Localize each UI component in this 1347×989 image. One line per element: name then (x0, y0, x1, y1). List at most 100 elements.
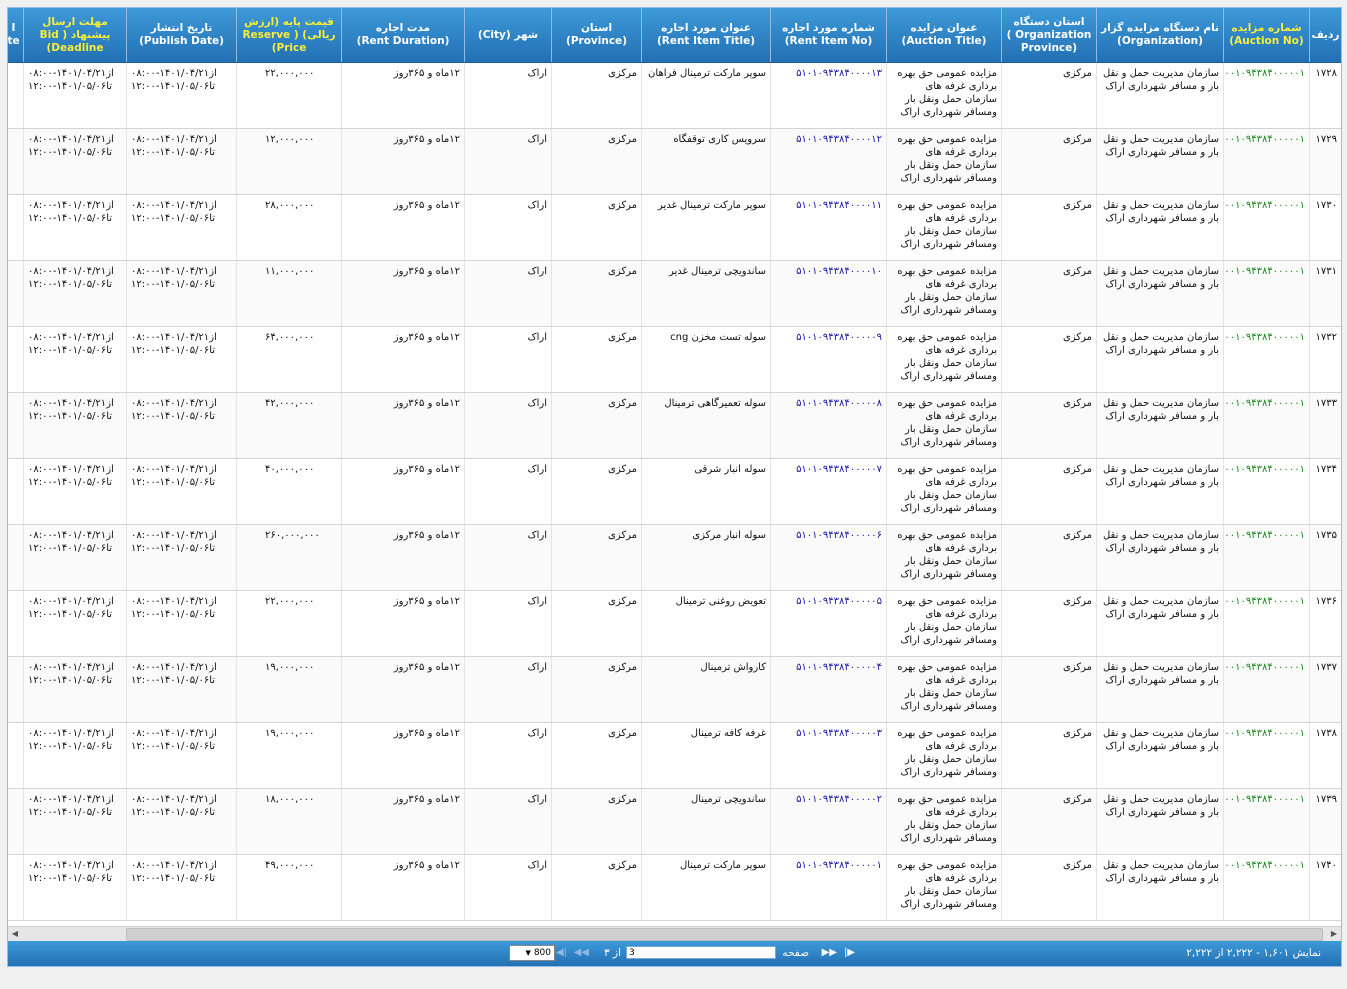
page-number-input[interactable]: 3 (626, 946, 776, 959)
cell-province: مرکزی (551, 459, 641, 524)
cell-rent-duration: ۱۲ماه و ۳۶۵روز (341, 261, 464, 326)
cell-publish-date: از۱۴۰۱/۰۴/۲۱-۰۸:۰۰ تا۱۴۰۱/۰۵/۰۶-۱۲:۰۰ (126, 723, 236, 788)
cell-auction-no: ۵۰۰۱۰۹۴۳۸۴۰۰۰۰۰۱ (1223, 591, 1309, 656)
cell-organization: سازمان مدیریت حمل و نقل بار و مسافر شهرد… (1096, 129, 1223, 194)
column-header-auction-no[interactable]: شماره مزایده (Auction No) (1223, 8, 1309, 62)
cell-extra (8, 459, 23, 524)
cell-organization: سازمان مدیریت حمل و نقل بار و مسافر شهرد… (1096, 459, 1223, 524)
cell-deadline: از۱۴۰۱/۰۴/۲۱-۰۸:۰۰ تا۱۴۰۱/۰۵/۰۶-۱۲:۰۰ (23, 459, 126, 524)
page-size-select[interactable]: 800 ▼ (509, 945, 555, 961)
table-row[interactable]: ۱۷۳۵ ۵۰۰۱۰۹۴۳۸۴۰۰۰۰۰۱ سازمان مدیریت حمل و … (8, 525, 1341, 591)
table-row[interactable]: ۱۷۳۹ ۵۰۰۱۰۹۴۳۸۴۰۰۰۰۰۱ سازمان مدیریت حمل و … (8, 789, 1341, 855)
cell-auction-title: مزایده عمومی حق بهره برداری غرفه های ساز… (886, 129, 1001, 194)
cell-rent-item-no: ۵۱۰۱۰۹۴۳۸۴۰۰۰۰۱۲ (770, 129, 886, 194)
cell-rent-duration: ۱۲ماه و ۳۶۵روز (341, 393, 464, 458)
cell-organization: سازمان مدیریت حمل و نقل بار و مسافر شهرد… (1096, 855, 1223, 920)
table-row[interactable]: ۱۷۳۰ ۵۰۰۱۰۹۴۳۸۴۰۰۰۰۰۱ سازمان مدیریت حمل و … (8, 195, 1341, 261)
cell-deadline: از۱۴۰۱/۰۴/۲۱-۰۸:۰۰ تا۱۴۰۱/۰۵/۰۶-۱۲:۰۰ (23, 393, 126, 458)
cell-organization: سازمان مدیریت حمل و نقل بار و مسافر شهرد… (1096, 525, 1223, 590)
cell-publish-date: از۱۴۰۱/۰۴/۲۱-۰۸:۰۰ تا۱۴۰۱/۰۵/۰۶-۱۲:۰۰ (126, 327, 236, 392)
last-page-icon[interactable]: |◀ (556, 947, 567, 958)
cell-org-province: مرکزی (1001, 327, 1096, 392)
table-row[interactable]: ۱۷۳۲ ۵۰۰۱۰۹۴۳۸۴۰۰۰۰۰۱ سازمان مدیریت حمل و … (8, 327, 1341, 393)
next-page-icon[interactable]: ◀◀ (574, 947, 589, 958)
cell-auction-no: ۵۰۰۱۰۹۴۳۸۴۰۰۰۰۰۱ (1223, 723, 1309, 788)
cell-province: مرکزی (551, 129, 641, 194)
cell-deadline: از۱۴۰۱/۰۴/۲۱-۰۸:۰۰ تا۱۴۰۱/۰۵/۰۶-۱۲:۰۰ (23, 657, 126, 722)
cell-province: مرکزی (551, 261, 641, 326)
cell-publish-date: از۱۴۰۱/۰۴/۲۱-۰۸:۰۰ تا۱۴۰۱/۰۵/۰۶-۱۲:۰۰ (126, 591, 236, 656)
cell-auction-no: ۵۰۰۱۰۹۴۳۸۴۰۰۰۰۰۱ (1223, 63, 1309, 128)
table-row[interactable]: ۱۷۴۰ ۵۰۰۱۰۹۴۳۸۴۰۰۰۰۰۱ سازمان مدیریت حمل و … (8, 855, 1341, 921)
cell-extra (8, 129, 23, 194)
column-header-extra[interactable]: I te (8, 8, 23, 62)
cell-rent-duration: ۱۲ماه و ۳۶۵روز (341, 591, 464, 656)
cell-publish-date: از۱۴۰۱/۰۴/۲۱-۰۸:۰۰ تا۱۴۰۱/۰۵/۰۶-۱۲:۰۰ (126, 459, 236, 524)
cell-rent-duration: ۱۲ماه و ۳۶۵روز (341, 195, 464, 260)
cell-city: اراک (464, 393, 551, 458)
cell-rent-item-no: ۵۱۰۱۰۹۴۳۸۴۰۰۰۰۰۱ (770, 855, 886, 920)
auction-grid: ردیف شماره مزایده (Auction No) نام دستگاه … (7, 7, 1342, 967)
first-page-icon[interactable]: ▶| (844, 947, 855, 958)
cell-extra (8, 261, 23, 326)
cell-auction-no: ۵۰۰۱۰۹۴۳۸۴۰۰۰۰۰۱ (1223, 261, 1309, 326)
cell-org-province: مرکزی (1001, 525, 1096, 590)
horizontal-scrollbar[interactable]: ◀ ▶ (8, 926, 1341, 941)
table-row[interactable]: ۱۷۳۳ ۵۰۰۱۰۹۴۳۸۴۰۰۰۰۰۱ سازمان مدیریت حمل و … (8, 393, 1341, 459)
table-row[interactable]: ۱۷۳۱ ۵۰۰۱۰۹۴۳۸۴۰۰۰۰۰۱ سازمان مدیریت حمل و … (8, 261, 1341, 327)
column-header-auction-title[interactable]: عنوان مزایده (Auction Title) (886, 8, 1001, 62)
table-row[interactable]: ۱۷۲۹ ۵۰۰۱۰۹۴۳۸۴۰۰۰۰۰۱ سازمان مدیریت حمل و … (8, 129, 1341, 195)
cell-province: مرکزی (551, 393, 641, 458)
cell-row: ۱۷۲۹ (1309, 129, 1341, 194)
cell-org-province: مرکزی (1001, 195, 1096, 260)
column-header-org-province[interactable]: استان دستگاه Organization ) (Province (1001, 8, 1096, 62)
column-header-rent-duration[interactable]: مدت اجاره (Rent Duration) (341, 8, 464, 62)
pagination-bar: نمایش ۱,۶۰۱ - ۲,۲۲۲ از ۲,۲۲۲ ▶| ▶▶ صفحه … (8, 941, 1341, 966)
column-header-price[interactable]: قیمت پایه (ارزش ریالی) ( Reserve Price) (236, 8, 341, 62)
table-row[interactable]: ۱۷۳۶ ۵۰۰۱۰۹۴۳۸۴۰۰۰۰۰۱ سازمان مدیریت حمل و … (8, 591, 1341, 657)
column-header-publish-date[interactable]: تاریخ انتشار (Publish Date) (126, 8, 236, 62)
cell-rent-item-no: ۵۱۰۱۰۹۴۳۸۴۰۰۰۰۰۸ (770, 393, 886, 458)
scroll-right-icon[interactable]: ▶ (1327, 927, 1341, 941)
cell-province: مرکزی (551, 789, 641, 854)
column-header-province[interactable]: استان (Province) (551, 8, 641, 62)
cell-price: ۲۸,۰۰۰,۰۰۰ (236, 195, 341, 260)
prev-page-icon[interactable]: ▶▶ (822, 947, 837, 958)
cell-deadline: از۱۴۰۱/۰۴/۲۱-۰۸:۰۰ تا۱۴۰۱/۰۵/۰۶-۱۲:۰۰ (23, 789, 126, 854)
cell-auction-no: ۵۰۰۱۰۹۴۳۸۴۰۰۰۰۰۱ (1223, 327, 1309, 392)
cell-org-province: مرکزی (1001, 789, 1096, 854)
cell-auction-title: مزایده عمومی حق بهره برداری غرفه های ساز… (886, 459, 1001, 524)
cell-city: اراک (464, 63, 551, 128)
cell-auction-title: مزایده عمومی حق بهره برداری غرفه های ساز… (886, 591, 1001, 656)
table-row[interactable]: ۱۷۳۷ ۵۰۰۱۰۹۴۳۸۴۰۰۰۰۰۱ سازمان مدیریت حمل و … (8, 657, 1341, 723)
column-header-organization[interactable]: نام دستگاه مزایده گزار (Organization) (1096, 8, 1223, 62)
table-row[interactable]: ۱۷۳۸ ۵۰۰۱۰۹۴۳۸۴۰۰۰۰۰۱ سازمان مدیریت حمل و … (8, 723, 1341, 789)
cell-rent-duration: ۱۲ماه و ۳۶۵روز (341, 459, 464, 524)
cell-rent-item-no: ۵۱۰۱۰۹۴۳۸۴۰۰۰۰۰۲ (770, 789, 886, 854)
column-header-rent-item-no[interactable]: شماره مورد اجاره (Rent Item No) (770, 8, 886, 62)
column-header-row[interactable]: ردیف (1309, 8, 1341, 62)
scrollbar-thumb[interactable] (126, 928, 1323, 941)
column-header-city[interactable]: شهر (City) (464, 8, 551, 62)
cell-organization: سازمان مدیریت حمل و نقل بار و مسافر شهرد… (1096, 591, 1223, 656)
table-row[interactable]: ۱۷۲۸ ۵۰۰۱۰۹۴۳۸۴۰۰۰۰۰۱ سازمان مدیریت حمل و … (8, 63, 1341, 129)
cell-row: ۱۷۳۲ (1309, 327, 1341, 392)
scroll-left-icon[interactable]: ◀ (8, 927, 22, 941)
column-header-rent-item-title[interactable]: عنوان مورد اجاره (Rent Item Title) (641, 8, 770, 62)
column-header-deadline[interactable]: مهلت ارسال پیشنهاد ( Bid Deadline) (23, 8, 126, 62)
cell-price: ۴۲,۰۰۰,۰۰۰ (236, 393, 341, 458)
cell-auction-title: مزایده عمومی حق بهره برداری غرفه های ساز… (886, 327, 1001, 392)
cell-row: ۱۷۳۷ (1309, 657, 1341, 722)
cell-row: ۱۷۳۸ (1309, 723, 1341, 788)
cell-rent-duration: ۱۲ماه و ۳۶۵روز (341, 855, 464, 920)
cell-extra (8, 855, 23, 920)
grid-header: ردیف شماره مزایده (Auction No) نام دستگاه … (8, 8, 1341, 63)
cell-deadline: از۱۴۰۱/۰۴/۲۱-۰۸:۰۰ تا۱۴۰۱/۰۵/۰۶-۱۲:۰۰ (23, 327, 126, 392)
cell-price: ۴۹,۰۰۰,۰۰۰ (236, 855, 341, 920)
cell-rent-duration: ۱۲ماه و ۳۶۵روز (341, 63, 464, 128)
cell-row: ۱۷۳۱ (1309, 261, 1341, 326)
cell-rent-item-no: ۵۱۰۱۰۹۴۳۸۴۰۰۰۰۱۱ (770, 195, 886, 260)
table-row[interactable]: ۱۷۳۴ ۵۰۰۱۰۹۴۳۸۴۰۰۰۰۰۱ سازمان مدیریت حمل و … (8, 459, 1341, 525)
cell-auction-title: مزایده عمومی حق بهره برداری غرفه های ساز… (886, 195, 1001, 260)
cell-row: ۱۷۳۳ (1309, 393, 1341, 458)
